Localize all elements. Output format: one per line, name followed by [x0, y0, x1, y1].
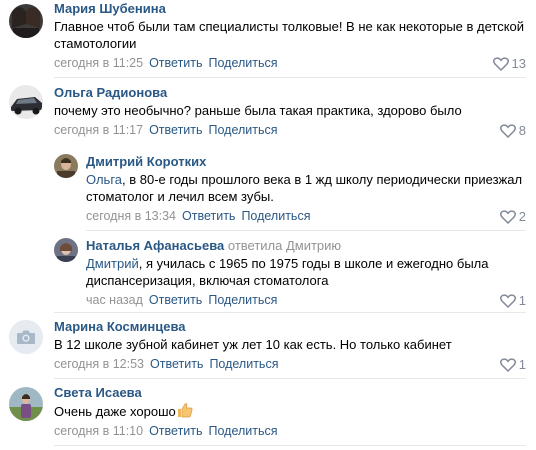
like-count: 2	[518, 209, 526, 224]
comment-time[interactable]: сегодня в 11:10	[54, 424, 143, 438]
camera-icon	[9, 320, 43, 354]
share-link[interactable]: Поделиться	[209, 56, 278, 70]
like-button[interactable]: 2	[499, 208, 526, 225]
heart-icon	[499, 358, 516, 373]
comment: Ольга Радионова почему это необычно? ран…	[0, 82, 536, 148]
comment-time[interactable]: сегодня в 11:25	[54, 56, 143, 70]
comment-time[interactable]: сегодня в 12:53	[54, 357, 144, 371]
divider	[54, 77, 526, 78]
reply-link[interactable]: Ответить	[149, 424, 202, 438]
comment-text: В 12 школе зубной кабинет уж лет 10 как …	[54, 337, 452, 352]
comment-author[interactable]: Дмитрий Коротких	[86, 153, 526, 170]
like-count: 8	[518, 123, 526, 138]
like-button[interactable]: 1	[499, 292, 526, 309]
like-count: 1	[518, 357, 526, 372]
avatar[interactable]	[54, 238, 78, 262]
mention-link[interactable]: Дмитрий	[86, 256, 139, 271]
like-button[interactable]: 1	[499, 356, 526, 373]
share-link[interactable]: Поделиться	[209, 123, 278, 137]
reply-link[interactable]: Ответить	[149, 293, 202, 307]
avatar[interactable]	[9, 320, 43, 354]
comment-time[interactable]: сегодня в 11:17	[54, 123, 143, 137]
reply-link[interactable]: Ответить	[150, 357, 203, 371]
share-link[interactable]: Поделиться	[209, 424, 278, 438]
like-count: 1	[518, 293, 526, 308]
author-link[interactable]: Наталья Афанасьева	[86, 238, 224, 253]
avatar[interactable]	[9, 85, 43, 119]
comment-meta: сегодня в 11:25 Ответить Поделиться 13	[54, 55, 526, 72]
share-link[interactable]: Поделиться	[208, 293, 277, 307]
divider	[54, 445, 526, 446]
reply-comment: Дмитрий Коротких Ольга, в 80-е годы прош…	[0, 150, 536, 226]
comment-text: Ольга, в 80-е годы прошлого века в 1 жд …	[86, 172, 523, 204]
comment-meta: сегодня в 11:10 Ответить Поделиться	[54, 423, 526, 440]
comment-author[interactable]: Света Исаева	[54, 384, 526, 401]
heart-icon	[492, 57, 509, 72]
comment: Света Исаева Очень даже хорошо сегодня в…	[0, 382, 536, 448]
share-link[interactable]: Поделиться	[241, 209, 310, 223]
comment-author[interactable]: Марина Косминцева	[54, 318, 526, 335]
like-button[interactable]: 13	[492, 55, 526, 72]
comment-time[interactable]: час назад	[86, 293, 143, 307]
like-button[interactable]: 8	[499, 122, 526, 139]
reply-link[interactable]: Ответить	[149, 56, 202, 70]
comment-author: Наталья Афанасьева ответила Дмитрию	[86, 237, 526, 254]
comment-text: Дмитрий, я училась с 1965 по 1975 годы в…	[86, 256, 489, 288]
comment-author[interactable]: Ольга Радионова	[54, 84, 526, 101]
thumbs-up-icon	[177, 403, 193, 418]
comment-text: Очень даже хорошо	[54, 402, 526, 420]
like-count: 13	[511, 56, 526, 71]
comment-meta: сегодня в 13:34 Ответить Поделиться 2	[86, 208, 526, 225]
comment-time[interactable]: сегодня в 13:34	[86, 209, 176, 223]
comment-text: Главное чтоб были там специалисты толков…	[54, 19, 525, 51]
reply-link[interactable]: Ответить	[182, 209, 235, 223]
avatar[interactable]	[9, 387, 43, 421]
divider	[54, 312, 526, 313]
share-link[interactable]: Поделиться	[209, 357, 278, 371]
comment: Мария Шубенина Главное чтоб были там спе…	[0, 0, 536, 75]
comment-meta: сегодня в 12:53 Ответить Поделиться 1	[54, 356, 526, 373]
comment-meta: сегодня в 11:17 Ответить Поделиться 8	[54, 122, 526, 139]
mention-link[interactable]: Ольга	[86, 172, 122, 187]
comment: Марина Косминцева В 12 школе зубной каби…	[0, 316, 536, 376]
avatar[interactable]	[54, 154, 78, 178]
reply-link[interactable]: Ответить	[149, 123, 202, 137]
reply-comment: Наталья Афанасьева ответила Дмитрию Дмит…	[0, 235, 536, 312]
comment-meta: час назад Ответить Поделиться 1	[86, 292, 526, 309]
divider	[86, 230, 526, 231]
heart-icon	[499, 210, 516, 225]
avatar[interactable]	[9, 4, 43, 38]
heart-icon	[499, 124, 516, 139]
comment-text: почему это необычно? раньше была такая п…	[54, 103, 462, 118]
divider	[54, 378, 526, 379]
replied-to-link[interactable]: ответила Дмитрию	[228, 238, 341, 253]
heart-icon	[499, 294, 516, 309]
comment-author[interactable]: Мария Шубенина	[54, 0, 526, 17]
